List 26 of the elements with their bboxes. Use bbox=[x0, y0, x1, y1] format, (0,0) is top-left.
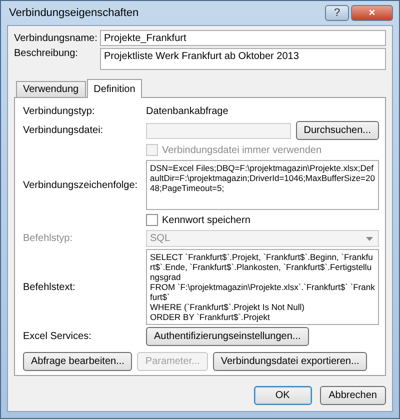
tab[interactable]: Verwendung bbox=[16, 81, 86, 97]
action-button[interactable]: Abfrage bearbeiten... bbox=[23, 352, 132, 371]
text-area[interactable]: DSN=Excel Files;DBQ=F:\projektmagazin\Projekte.xlsx;DefaultDir=F:\projektmagazin;DriverId=1046;MaxBufferSize=2048;PageTimeout=5; bbox=[146, 160, 379, 210]
checkbox-label: Verbindungsdatei immer verwenden bbox=[162, 144, 322, 156]
field-label: Excel Services: bbox=[23, 331, 92, 342]
tab[interactable]: Definition bbox=[86, 79, 142, 98]
checkbox-label: Kennwort speichern bbox=[162, 214, 250, 226]
field-label: Verbindungsdatei: bbox=[23, 125, 104, 136]
window-title: Verbindungseigenschaften bbox=[8, 7, 140, 19]
field-label: Beschreibung: bbox=[14, 48, 79, 59]
text-area[interactable]: SELECT `Frankfurt$`.Projekt, `Frankfurt$`.Beginn, `Frankfurt$`.Ende, `Frankfurt$`.Plankosten, `Frankfurt$`.Fertigstellungsgrad FROM `F:\projektmagazin\Projekte.xlsx`.`Frankfurt$` `Frankfurt$` WHERE (`Frankfurt$`.Projekt Is Not Null) ORDER BY `Frankfurt$`.Projekt bbox=[146, 249, 379, 325]
dialog-button[interactable]: Abbrechen bbox=[320, 386, 386, 405]
action-button[interactable]: Verbindungsdatei exportieren... bbox=[212, 352, 368, 371]
field-label: Verbindungsname: bbox=[14, 32, 98, 44]
field-value: Datenbankabfrage bbox=[146, 106, 228, 116]
input-field[interactable]: Projekte_Frankfurt bbox=[100, 30, 386, 46]
field-label: Befehlstyp: bbox=[23, 233, 74, 244]
field-label: Befehlstext: bbox=[23, 282, 76, 292]
dropdown-arrow-icon bbox=[366, 236, 373, 240]
field-label: Verbindungstyp: bbox=[23, 106, 96, 116]
field-label: Verbindungszeichenfolge: bbox=[23, 180, 139, 190]
authentication-settings-button[interactable]: Authentifizierungseinstellungen... bbox=[146, 327, 309, 346]
text-area[interactable]: Projektliste Werk Frankfurt ab Oktober 2013 bbox=[100, 48, 386, 70]
help-button[interactable]: ? bbox=[325, 5, 349, 21]
dialog-button[interactable]: OK bbox=[254, 386, 312, 405]
checkbox[interactable] bbox=[146, 214, 158, 226]
